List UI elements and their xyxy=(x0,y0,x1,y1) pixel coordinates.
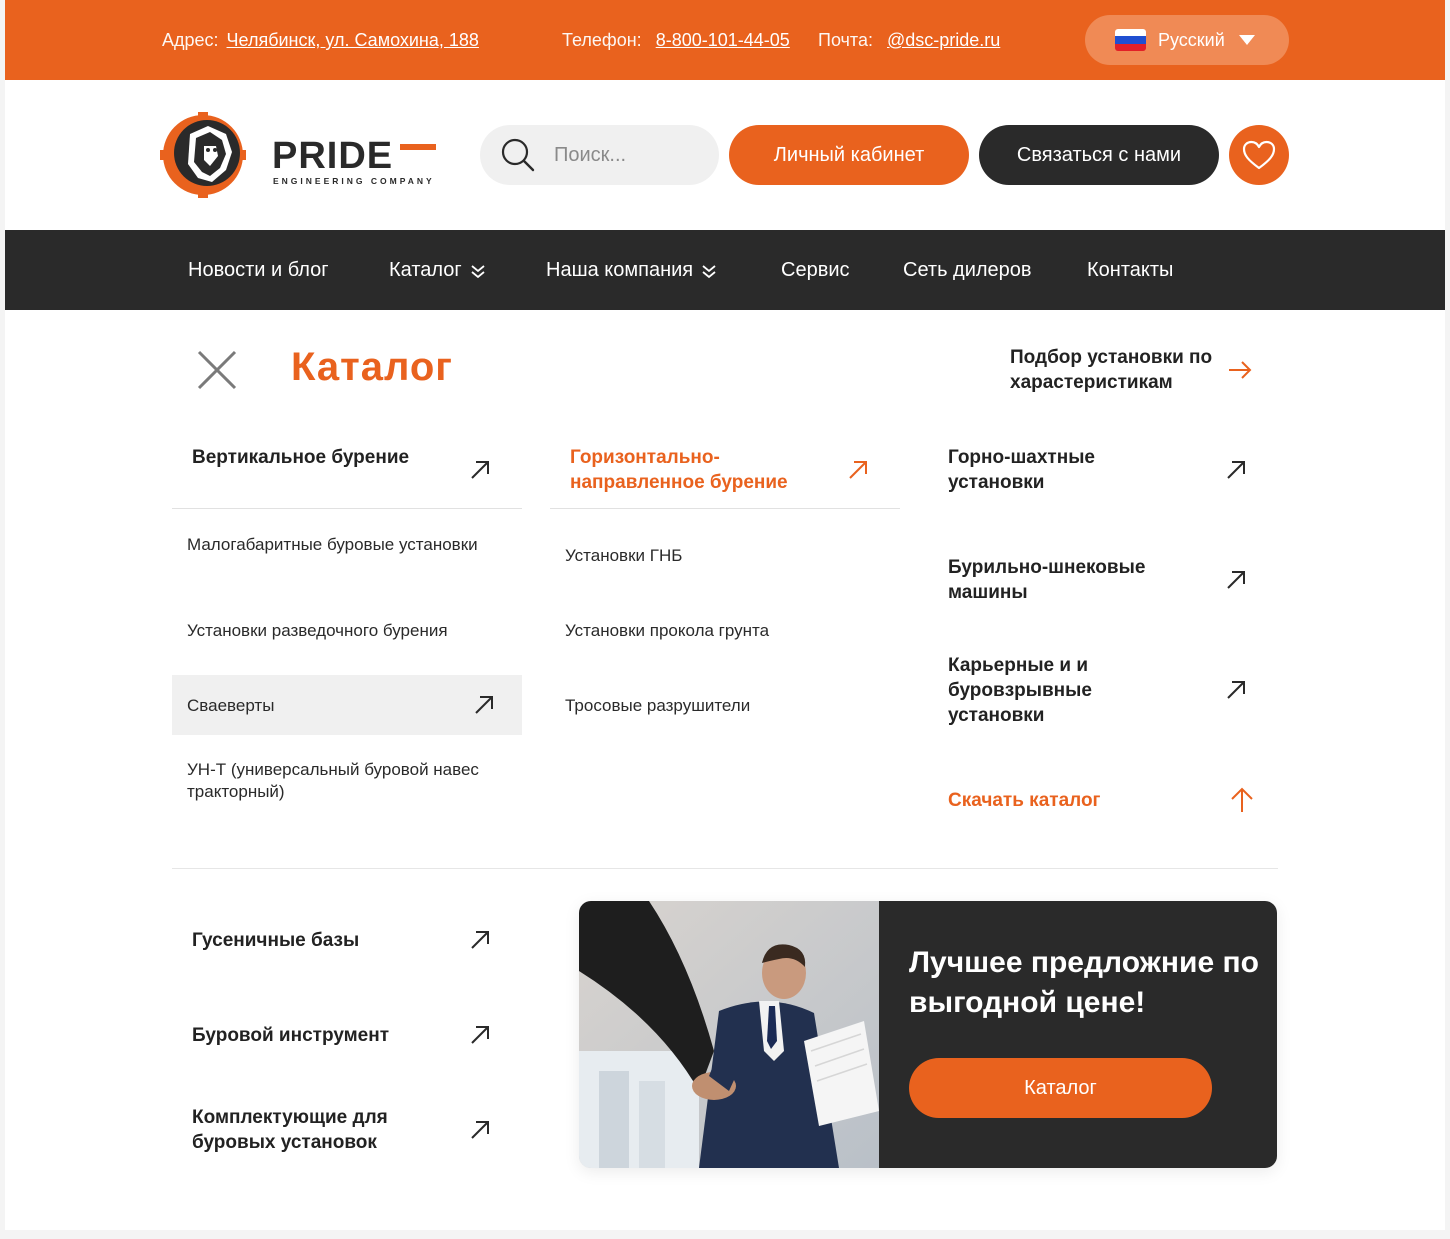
address-label: Адрес: xyxy=(162,30,219,50)
arrow-up-right-icon[interactable] xyxy=(1225,459,1247,481)
subcategory-item[interactable]: УН-Т (универсальный буровой навес тракто… xyxy=(187,759,487,803)
subcategory-item[interactable]: Установки прокола грунта xyxy=(565,620,865,642)
section-divider xyxy=(172,868,1278,869)
divider xyxy=(550,508,900,509)
email-link[interactable]: @dsc-pride.ru xyxy=(887,30,1000,50)
promo-panel: Лучшее предложние по выгодной цене! Ката… xyxy=(879,901,1277,1168)
language-selector[interactable]: Русский xyxy=(1085,15,1289,65)
category-drilling-tools[interactable]: Буровой инструмент xyxy=(192,1023,452,1048)
language-label: Русский xyxy=(1158,29,1225,50)
nav-label: Каталог xyxy=(389,259,462,281)
promo-catalog-button[interactable]: Каталог xyxy=(909,1058,1212,1118)
email: Почта: @dsc-pride.ru xyxy=(818,30,1000,51)
nav-label: Наша компания xyxy=(546,259,694,281)
nav-label: Сервис xyxy=(781,259,850,281)
russia-flag-icon xyxy=(1115,29,1146,51)
nav-item-dealers[interactable]: Сеть дилеров xyxy=(903,259,1032,282)
favorites-button[interactable] xyxy=(1229,125,1289,185)
personal-account-button[interactable]: Личный кабинет xyxy=(729,125,969,185)
email-label: Почта: xyxy=(818,30,873,50)
arrow-up-right-icon[interactable] xyxy=(469,459,491,481)
phone-link[interactable]: 8-800-101-44-05 xyxy=(656,30,790,50)
search-box[interactable] xyxy=(480,125,719,185)
arrow-up-right-icon[interactable] xyxy=(1225,679,1247,701)
arrow-up-right-icon[interactable] xyxy=(1225,569,1247,591)
arrow-right-icon[interactable] xyxy=(1227,358,1253,382)
nav-label: Сеть дилеров xyxy=(903,259,1032,281)
category-components[interactable]: Комплектующие для буровых установок xyxy=(192,1105,432,1155)
search-icon xyxy=(501,138,535,172)
divider xyxy=(172,508,522,509)
subcategory-item[interactable]: Установки ГНБ xyxy=(565,545,865,567)
handshake-photo xyxy=(579,901,879,1168)
subcategory-item[interactable]: Установки разведочного бурения xyxy=(187,620,517,642)
download-catalog-link[interactable]: Скачать каталог xyxy=(948,788,1168,813)
contact-us-button[interactable]: Связаться с нами xyxy=(979,125,1219,185)
category-hdd[interactable]: Горизонтально-направленное бурение xyxy=(570,445,820,495)
arrow-up-right-icon[interactable] xyxy=(469,1024,491,1046)
personal-account-label: Личный кабинет xyxy=(773,143,925,166)
heart-icon xyxy=(1242,140,1276,170)
category-vertical-drilling[interactable]: Вертикальное бурение xyxy=(192,445,422,470)
category-quarry[interactable]: Карьерные и и буровзрывные установки xyxy=(948,653,1128,728)
promo-headline: Лучшее предложние по выгодной цене! xyxy=(909,946,1259,1019)
address-link[interactable]: Челябинск, ул. Самохина, 188 xyxy=(227,30,479,50)
main-nav: Новости и блог Каталог Наша компания Сер… xyxy=(5,230,1445,310)
logo-wordmark: PRIDE xyxy=(272,135,393,177)
search-input[interactable] xyxy=(554,143,704,167)
page: Адрес: Челябинск, ул. Самохина, 188 Телеф… xyxy=(5,0,1445,1230)
nav-label: Новости и блог xyxy=(188,259,329,281)
arrow-up-right-icon[interactable] xyxy=(469,1119,491,1141)
nav-label: Контакты xyxy=(1087,259,1174,281)
address: Адрес: Челябинск, ул. Самохина, 188 xyxy=(162,30,479,51)
arrow-up-right-icon[interactable] xyxy=(469,929,491,951)
phone: Телефон: 8-800-101-44-05 xyxy=(562,30,790,51)
promo-catalog-label: Каталог xyxy=(1024,1076,1097,1099)
double-chevron-down-icon xyxy=(702,264,716,278)
subcategory-item-active[interactable]: Сваеверты xyxy=(187,695,387,717)
arrow-up-right-icon[interactable] xyxy=(473,694,495,716)
arrow-up-icon[interactable] xyxy=(1229,786,1255,814)
nav-item-news[interactable]: Новости и блог xyxy=(188,259,329,282)
category-auger[interactable]: Бурильно-шнековые машины xyxy=(948,555,1168,605)
promo-banner: Лучшее предложние по выгодной цене! Ката… xyxy=(579,901,1277,1168)
logo[interactable]: PRIDE ENGINEERING COMPANY xyxy=(160,112,440,198)
nav-item-company[interactable]: Наша компания xyxy=(546,259,717,282)
logo-subtext: ENGINEERING COMPANY xyxy=(273,176,435,186)
caret-down-icon xyxy=(1238,35,1255,45)
category-crawler-bases[interactable]: Гусеничные базы xyxy=(192,928,452,953)
nav-item-catalog[interactable]: Каталог xyxy=(389,259,486,282)
phone-label: Телефон: xyxy=(562,30,642,50)
nav-item-contacts[interactable]: Контакты xyxy=(1087,259,1173,282)
subcategory-item[interactable]: Малогабаритные буровые установки xyxy=(187,534,487,556)
category-mining[interactable]: Горно-шахтные установки xyxy=(948,445,1168,495)
catalog-title: Каталог xyxy=(291,345,453,389)
double-chevron-down-icon xyxy=(471,264,485,278)
pick-by-specs-link[interactable]: Подбор установки по харастеристикам xyxy=(1010,345,1225,395)
gear-lion-emblem xyxy=(160,112,246,198)
close-icon[interactable] xyxy=(195,348,239,392)
nav-item-service[interactable]: Сервис xyxy=(781,259,850,282)
top-info-bar: Адрес: Челябинск, ул. Самохина, 188 Телеф… xyxy=(5,0,1445,80)
subcategory-item[interactable]: Тросовые разрушители xyxy=(565,695,865,717)
arrow-up-right-icon[interactable] xyxy=(847,459,869,481)
contact-us-label: Связаться с нами xyxy=(1016,143,1182,166)
